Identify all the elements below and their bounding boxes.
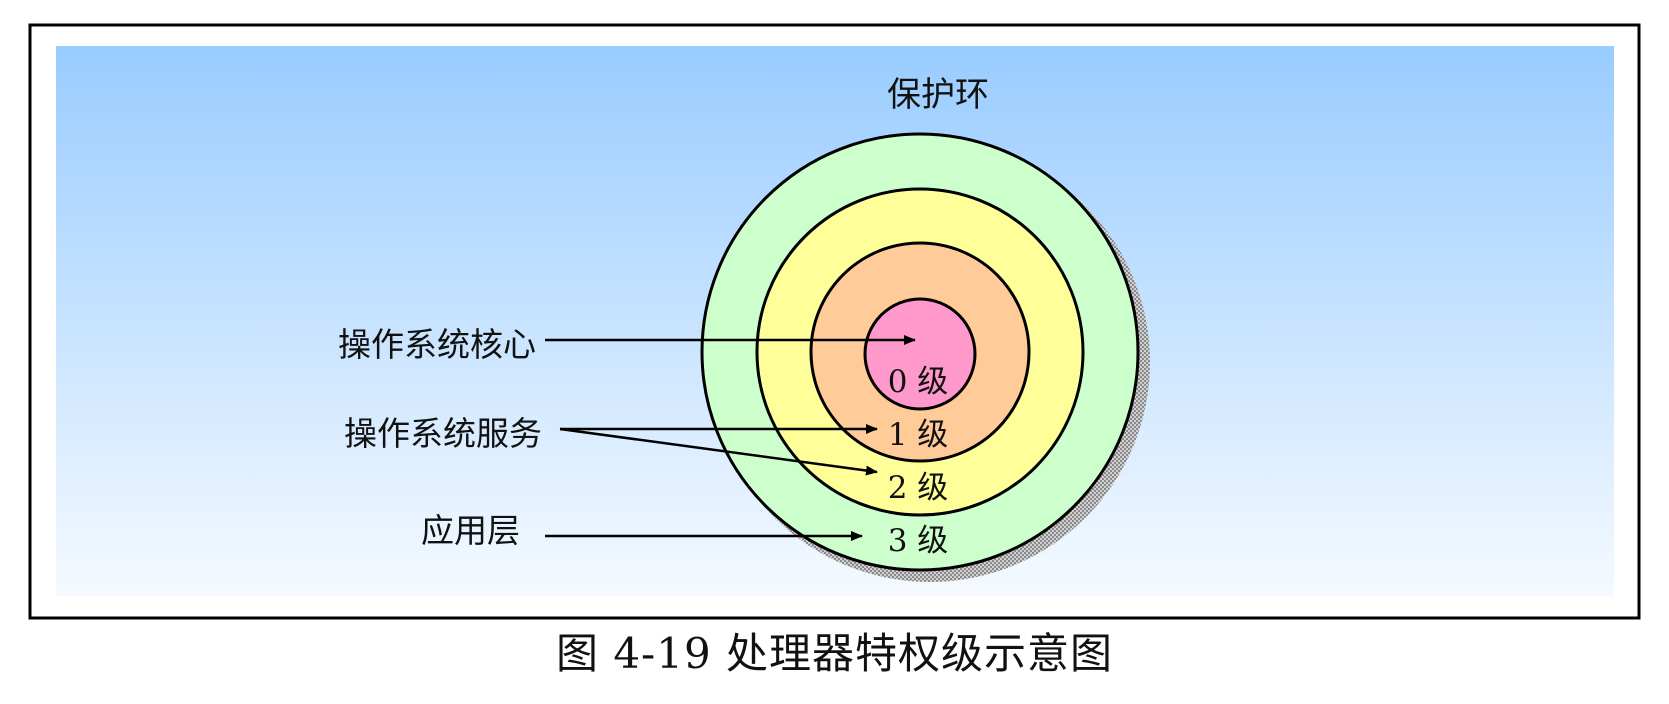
ring-label-3: 3 级 <box>888 523 949 559</box>
ring-label-0: 0 级 <box>888 364 949 400</box>
diagram-title: 保护环 <box>887 75 989 115</box>
ring-label-1: 1 级 <box>888 417 949 453</box>
ring-label-2: 2 级 <box>888 470 949 506</box>
label-os-services: 操作系统服务 <box>344 414 542 453</box>
protection-ring-diagram: 保护环 0 级 1 级 2 级 3 级 操作系统核心 操作系统服务 应用层 <box>28 23 1641 620</box>
label-os-kernel: 操作系统核心 <box>338 325 536 364</box>
label-application-layer: 应用层 <box>421 511 520 550</box>
figure-caption: 图 4-19 处理器特权级示意图 <box>555 629 1114 678</box>
